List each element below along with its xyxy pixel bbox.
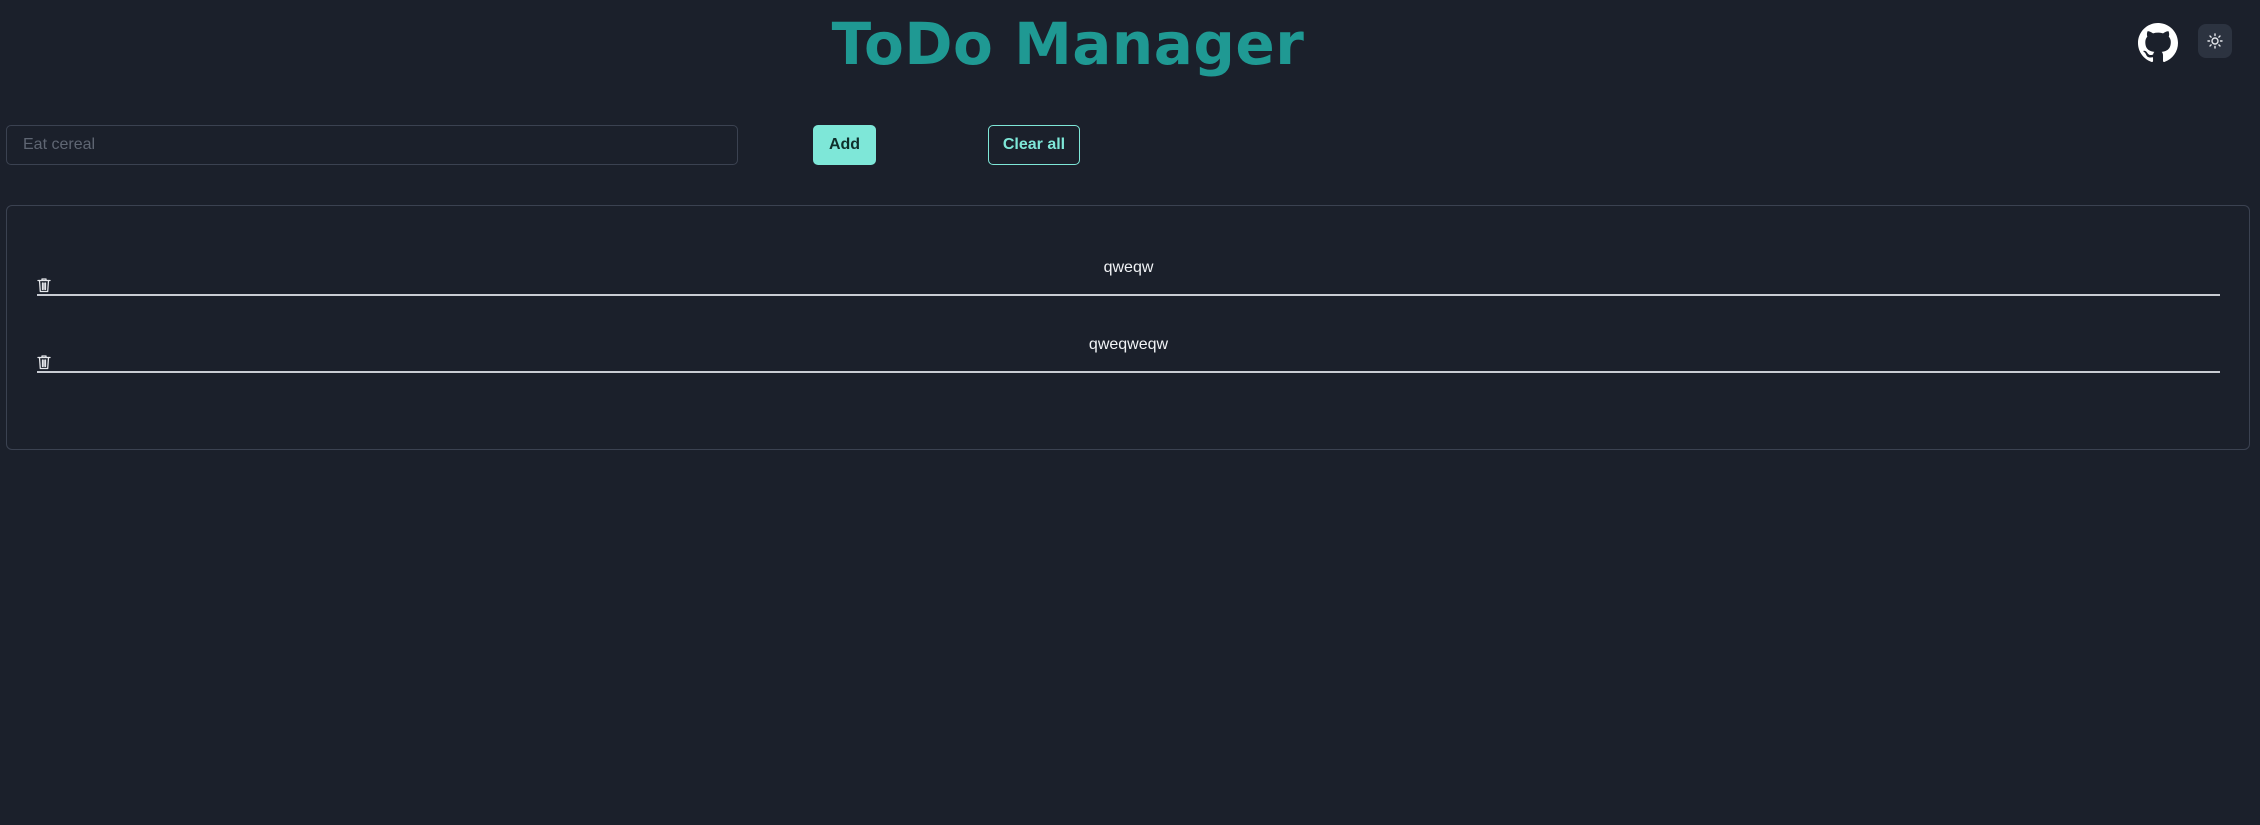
todo-input[interactable] xyxy=(6,125,738,165)
trash-icon xyxy=(37,278,51,293)
sun-icon xyxy=(2207,33,2223,49)
todo-text: qweqweqw xyxy=(1088,336,1169,353)
app-page: ToDo Manager Add Clear all qweqw xyxy=(0,0,2260,825)
todo-item: qweqweqw xyxy=(37,333,2220,373)
github-icon xyxy=(2138,23,2178,63)
add-button[interactable]: Add xyxy=(813,125,876,165)
todo-item: qweqw xyxy=(37,256,2220,296)
todo-text: qweqw xyxy=(1103,259,1154,276)
delete-todo-button[interactable] xyxy=(37,353,53,371)
trash-icon xyxy=(37,355,51,370)
todo-list: qweqw qweqweqw xyxy=(6,205,2250,450)
page-title: ToDo Manager xyxy=(831,10,1305,78)
delete-todo-button[interactable] xyxy=(37,276,53,294)
github-link[interactable] xyxy=(2138,23,2178,63)
clear-all-button[interactable]: Clear all xyxy=(988,125,1080,165)
theme-toggle-button[interactable] xyxy=(2198,24,2232,58)
